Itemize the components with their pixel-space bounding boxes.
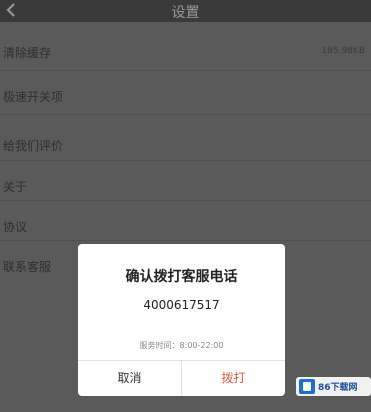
watermark-text: 86下载网 (318, 383, 358, 393)
watermark: 86下载网 (296, 377, 371, 396)
cancel-button[interactable]: 取消 (78, 361, 181, 396)
divider (0, 70, 371, 71)
divider (0, 114, 371, 115)
settings-item-label: 联系客服 (3, 260, 52, 274)
divider (0, 240, 371, 241)
cache-size-value: 185.98KB (321, 46, 365, 56)
call-support-dialog: 确认拨打客服电话 4000617517 服务时间：8:00-22:00 取消 拨… (78, 244, 285, 396)
settings-item-label: 清除缓存 (3, 46, 52, 60)
divider (0, 160, 371, 161)
site-logo-icon (299, 379, 315, 394)
divider (0, 200, 371, 201)
page-title: 设置 (171, 5, 200, 21)
settings-item-label: 给我们评价 (3, 139, 64, 153)
settings-item-label: 极速开关项 (3, 90, 64, 104)
settings-item-label: 关于 (3, 180, 28, 194)
settings-item-label: 协议 (3, 220, 28, 234)
dialog-title: 确认拨打客服电话 (125, 269, 238, 285)
service-hours: 服务时间：8:00-22:00 (139, 341, 224, 350)
call-button[interactable]: 拨打 (182, 361, 285, 396)
app-header: 设置 (0, 0, 371, 22)
support-phone-number: 4000617517 (143, 298, 220, 312)
